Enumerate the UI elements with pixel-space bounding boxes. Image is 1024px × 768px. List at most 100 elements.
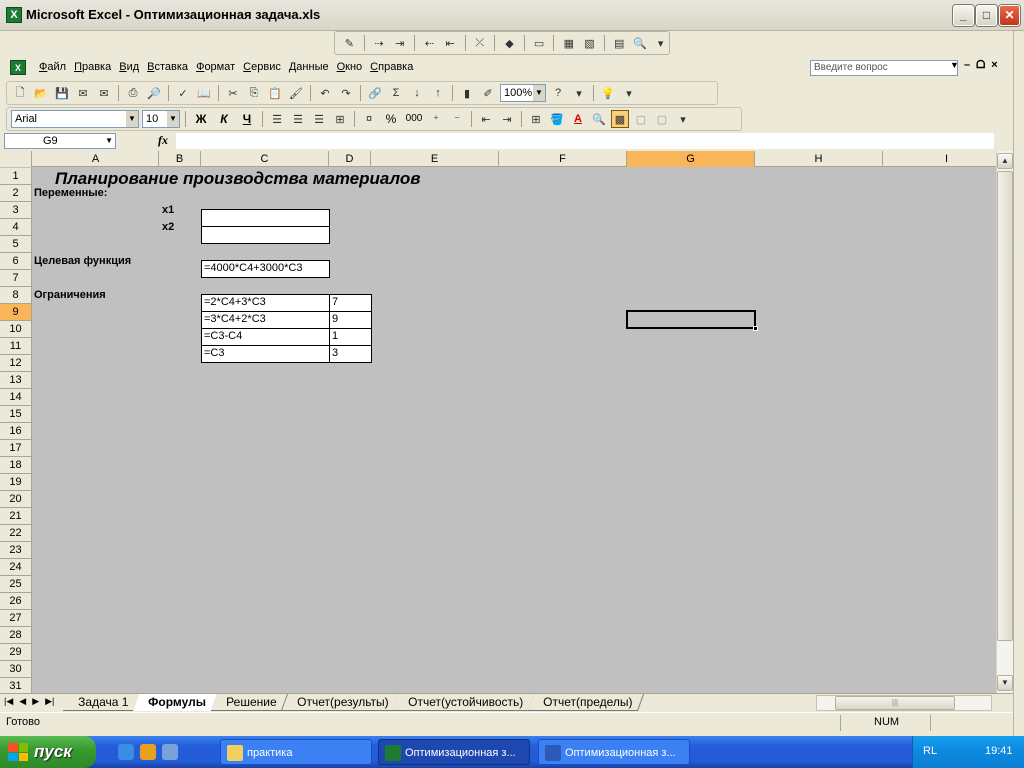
row-header[interactable]: 8 <box>0 287 32 304</box>
row-header[interactable]: 4 <box>0 219 32 236</box>
constraint-formula-cell[interactable]: =2*C4+3*C3 <box>201 294 330 312</box>
browser-icon[interactable] <box>118 744 134 760</box>
row-header[interactable]: 31 <box>0 678 32 693</box>
currency-icon[interactable]: ¤ <box>360 110 378 128</box>
column-header-f[interactable]: F <box>499 151 627 167</box>
row-header[interactable]: 30 <box>0 661 32 678</box>
print-icon[interactable]: ⎙ <box>124 84 142 102</box>
media-player-icon[interactable] <box>140 744 156 760</box>
worksheet-grid[interactable]: A B C D E F G H I 1 2 3 4 5 6 7 8 9 10 11 12 13 14 15 1… <box>0 151 996 693</box>
save-icon[interactable]: 💾 <box>53 84 71 102</box>
menu-format[interactable]: Формат <box>196 61 243 73</box>
zoom-tool-icon[interactable]: 🔍 <box>590 110 608 128</box>
autosum-icon[interactable]: Σ <box>387 84 405 102</box>
remove-dependent-arrows-icon[interactable]: ⇤ <box>442 34 459 52</box>
row-header[interactable]: 2 <box>0 185 32 202</box>
email-icon[interactable]: ✉ <box>95 84 113 102</box>
clock[interactable]: 19:41 <box>985 745 1013 757</box>
clear-validation-circles-icon[interactable]: ▧ <box>581 34 598 52</box>
row-header[interactable]: 17 <box>0 440 32 457</box>
constraint-value-cell[interactable]: 1 <box>329 328 372 346</box>
show-watch-window-icon[interactable]: ▤ <box>611 34 628 52</box>
print-preview-icon[interactable]: 🔎 <box>145 84 163 102</box>
chevron-down-icon[interactable]: ▼ <box>950 60 959 70</box>
chevron-down-icon[interactable]: ▼ <box>533 85 545 101</box>
column-header-g[interactable]: G <box>627 151 755 167</box>
remove-precedent-arrows-icon[interactable]: ⇥ <box>391 34 408 52</box>
row-header[interactable]: 5 <box>0 236 32 253</box>
menu-help[interactable]: Справка <box>370 61 421 73</box>
taskbar-button-explorer[interactable]: практика <box>220 739 372 765</box>
percent-button[interactable]: % <box>381 110 401 128</box>
scroll-up-icon[interactable]: ▲ <box>997 153 1013 169</box>
column-header-e[interactable]: E <box>371 151 499 167</box>
column-header-c[interactable]: C <box>201 151 329 167</box>
trace-precedents-icon[interactable]: ⇢ <box>371 34 388 52</box>
row-header[interactable]: 29 <box>0 644 32 661</box>
prev-sheet-icon[interactable]: ◀ <box>19 696 26 707</box>
drawing-icon[interactable]: ✐ <box>479 84 497 102</box>
sort-descending-icon[interactable]: ↑ <box>429 84 447 102</box>
name-box[interactable]: G9 ▼ <box>4 133 116 149</box>
lightbulb-icon[interactable]: 💡 <box>599 84 617 102</box>
row-header[interactable]: 12 <box>0 355 32 372</box>
auditing-toggle-icon[interactable]: ▩ <box>611 110 629 128</box>
sheet-tab-report-sensitivity[interactable]: Отчет(устойчивость) <box>393 694 536 711</box>
constraint-formula-cell[interactable]: =3*C4+2*C3 <box>201 311 330 329</box>
sheet-tab-solution[interactable]: Решение <box>211 694 289 711</box>
sheet-tab-report-limits[interactable]: Отчет(пределы) <box>528 694 645 711</box>
row-header[interactable]: 25 <box>0 576 32 593</box>
menu-insert[interactable]: Вставка <box>147 61 196 73</box>
permission-icon[interactable]: ✉ <box>74 84 92 102</box>
toolbar-options-icon[interactable]: ▾ <box>674 110 692 128</box>
paste-icon[interactable]: 📋 <box>266 84 284 102</box>
taskbar-button-word[interactable]: Оптимизационная з... <box>538 739 690 765</box>
vertical-scrollbar[interactable]: ▲ ▼ <box>996 151 1013 693</box>
toolbar-options-icon[interactable]: ▾ <box>620 84 638 102</box>
row-header[interactable]: 22 <box>0 525 32 542</box>
underline-button[interactable]: Ч <box>237 110 257 128</box>
row-header[interactable]: 27 <box>0 610 32 627</box>
constraint-formula-cell[interactable]: =C3-C4 <box>201 328 330 346</box>
chart-wizard-icon[interactable]: ▮ <box>458 84 476 102</box>
zoom-select[interactable]: 100% ▼ <box>500 84 546 102</box>
new-document-icon[interactable]: 🗋 <box>11 84 29 102</box>
row-header[interactable]: 6 <box>0 253 32 270</box>
close-button[interactable]: ✕ <box>999 5 1020 26</box>
row-header[interactable]: 14 <box>0 389 32 406</box>
undo-icon[interactable]: ↶ <box>316 84 334 102</box>
menu-data[interactable]: Данные <box>289 61 337 73</box>
x2-value-cell[interactable] <box>201 226 330 244</box>
chevron-down-icon[interactable]: ▼ <box>105 134 113 148</box>
workbook-icon[interactable]: X <box>10 60 26 75</box>
chevron-down-icon[interactable]: ▼ <box>167 111 179 127</box>
first-sheet-icon[interactable]: |◀ <box>4 696 13 707</box>
last-sheet-icon[interactable]: ▶| <box>45 696 54 707</box>
workbook-restore-button[interactable]: ᗝ <box>976 59 985 72</box>
borders-icon[interactable]: ⊞ <box>527 110 545 128</box>
maximize-button[interactable]: □ <box>976 5 997 26</box>
variables-label[interactable]: Переменные: <box>34 185 107 202</box>
start-button[interactable]: пуск <box>0 736 96 768</box>
spelling-icon[interactable]: ✓ <box>174 84 192 102</box>
workbook-minimize-button[interactable]: – <box>964 59 970 72</box>
constraint-formula-cell[interactable]: =C3 <box>201 345 330 363</box>
taskbar-button-excel[interactable]: Оптимизационная з... <box>378 739 530 765</box>
evaluate-formula-icon[interactable]: 🔍 <box>632 34 649 52</box>
ask-question-input[interactable]: Введите вопрос <box>810 60 958 76</box>
menu-view[interactable]: Вид <box>119 61 147 73</box>
column-header-h[interactable]: H <box>755 151 883 167</box>
active-cell-g9[interactable] <box>626 310 758 331</box>
constraint-value-cell[interactable]: 3 <box>329 345 372 363</box>
column-header-b[interactable]: B <box>159 151 201 167</box>
row-header[interactable]: 24 <box>0 559 32 576</box>
constraints-label[interactable]: Ограничения <box>34 287 106 304</box>
sheet-title[interactable]: Планирование производства материалов <box>55 169 421 189</box>
hyperlink-icon[interactable]: 🔗 <box>366 84 384 102</box>
redo-icon[interactable]: ↷ <box>337 84 355 102</box>
row-header[interactable]: 26 <box>0 593 32 610</box>
row-header[interactable]: 3 <box>0 202 32 219</box>
row-header[interactable]: 19 <box>0 474 32 491</box>
column-header-a[interactable]: A <box>33 151 159 167</box>
increase-decimal-icon[interactable]: ⁺ <box>427 110 445 128</box>
